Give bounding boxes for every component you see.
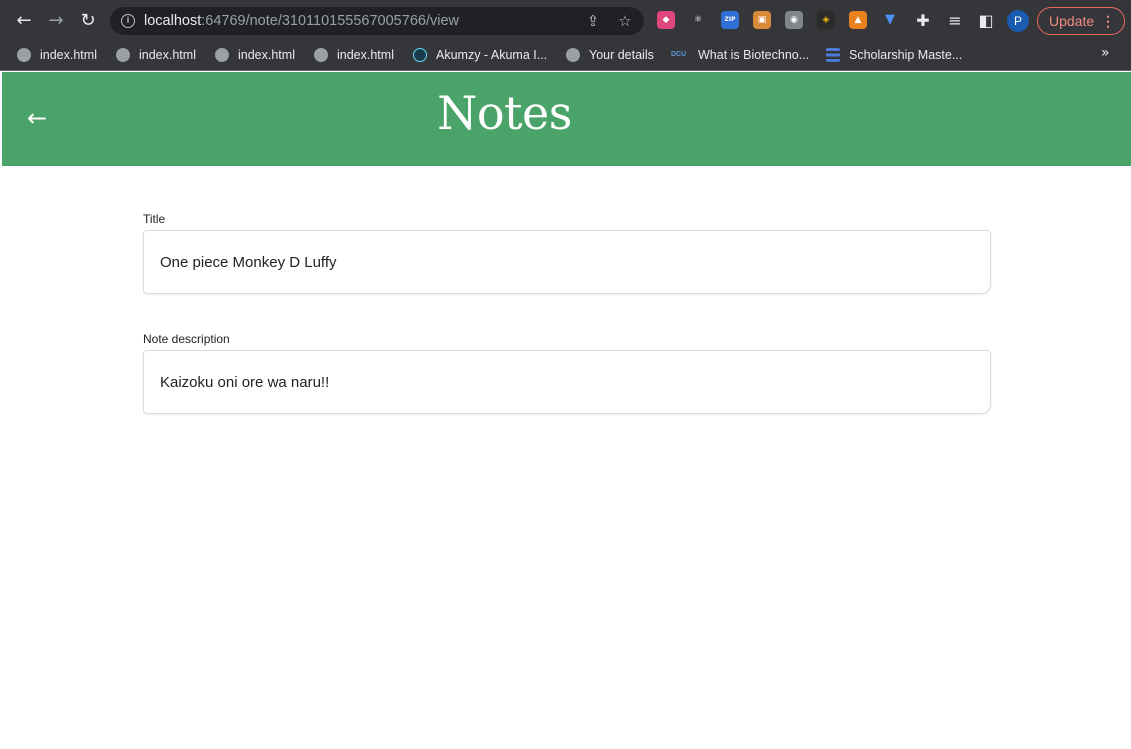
camera-extension-icon[interactable]: ◉: [785, 11, 803, 29]
title-label: Title: [143, 212, 166, 226]
more-menu-icon[interactable]: ⋮: [1101, 8, 1115, 34]
bookmark-item[interactable]: Scholarship Maste...: [826, 45, 962, 65]
globe-icon: [215, 48, 229, 62]
forward-icon[interactable]: →: [44, 9, 68, 33]
app-header: ← Notes: [2, 72, 1131, 166]
side-panel-icon[interactable]: ◧: [974, 9, 998, 33]
description-value[interactable]: Kaizoku oni ore wa naru!!: [160, 374, 329, 391]
react-devtools-icon[interactable]: ⚛: [689, 11, 707, 29]
shield-extension-icon[interactable]: ▼: [881, 11, 899, 29]
bookmark-item[interactable]: index.html: [215, 45, 295, 65]
site-info-icon[interactable]: i: [121, 14, 135, 28]
bookmarks-overflow-icon[interactable]: »: [1101, 45, 1110, 61]
colorful-extension-icon[interactable]: ◆: [657, 11, 675, 29]
zip-extension-icon[interactable]: ZIP: [721, 11, 739, 29]
title-field[interactable]: One piece Monkey D Luffy: [143, 230, 991, 294]
react-icon: [413, 48, 427, 62]
browser-toolbar: ← → ↻ i localhost:64769/note/31011015556…: [0, 0, 1131, 42]
bookmark-item[interactable]: index.html: [17, 45, 97, 65]
bookmark-item[interactable]: Your details: [566, 45, 654, 65]
globe-icon: [566, 48, 580, 62]
media-control-icon[interactable]: ≡: [943, 9, 967, 33]
description-field[interactable]: Kaizoku oni ore wa naru!!: [143, 350, 991, 414]
reload-icon[interactable]: ↻: [76, 9, 100, 33]
update-button[interactable]: Update ⋮: [1037, 7, 1125, 35]
bookmarks-bar: index.html index.html index.html index.h…: [0, 42, 1131, 71]
address-bar[interactable]: i localhost:64769/note/31011015556700576…: [110, 7, 644, 35]
description-label: Note description: [143, 332, 230, 346]
globe-icon: [17, 48, 31, 62]
bookmark-item[interactable]: Akumzy - Akuma I...: [413, 45, 547, 65]
globe-icon: [314, 48, 328, 62]
bookmark-item[interactable]: index.html: [314, 45, 394, 65]
image-extension-icon[interactable]: ▣: [753, 11, 771, 29]
metamask-extension-icon[interactable]: ▲: [849, 11, 867, 29]
bookmark-item[interactable]: index.html: [116, 45, 196, 65]
extensions-puzzle-icon[interactable]: ✚: [911, 9, 935, 33]
cube-extension-icon[interactable]: ◈: [817, 11, 835, 29]
globe-icon: [116, 48, 130, 62]
profile-avatar[interactable]: P: [1007, 10, 1029, 32]
document-icon: [826, 48, 840, 62]
page-title: Notes: [437, 86, 572, 140]
back-icon[interactable]: ←: [12, 9, 36, 33]
url-text[interactable]: localhost:64769/note/310110155567005766/…: [144, 13, 459, 29]
title-value[interactable]: One piece Monkey D Luffy: [160, 254, 336, 271]
bookmark-item[interactable]: DCU What is Biotechno...: [671, 45, 809, 65]
dcu-logo-icon: DCU: [671, 51, 687, 58]
update-label: Update: [1049, 13, 1095, 29]
bookmark-star-icon[interactable]: ☆: [616, 12, 634, 30]
share-icon[interactable]: ⇪: [584, 12, 602, 30]
